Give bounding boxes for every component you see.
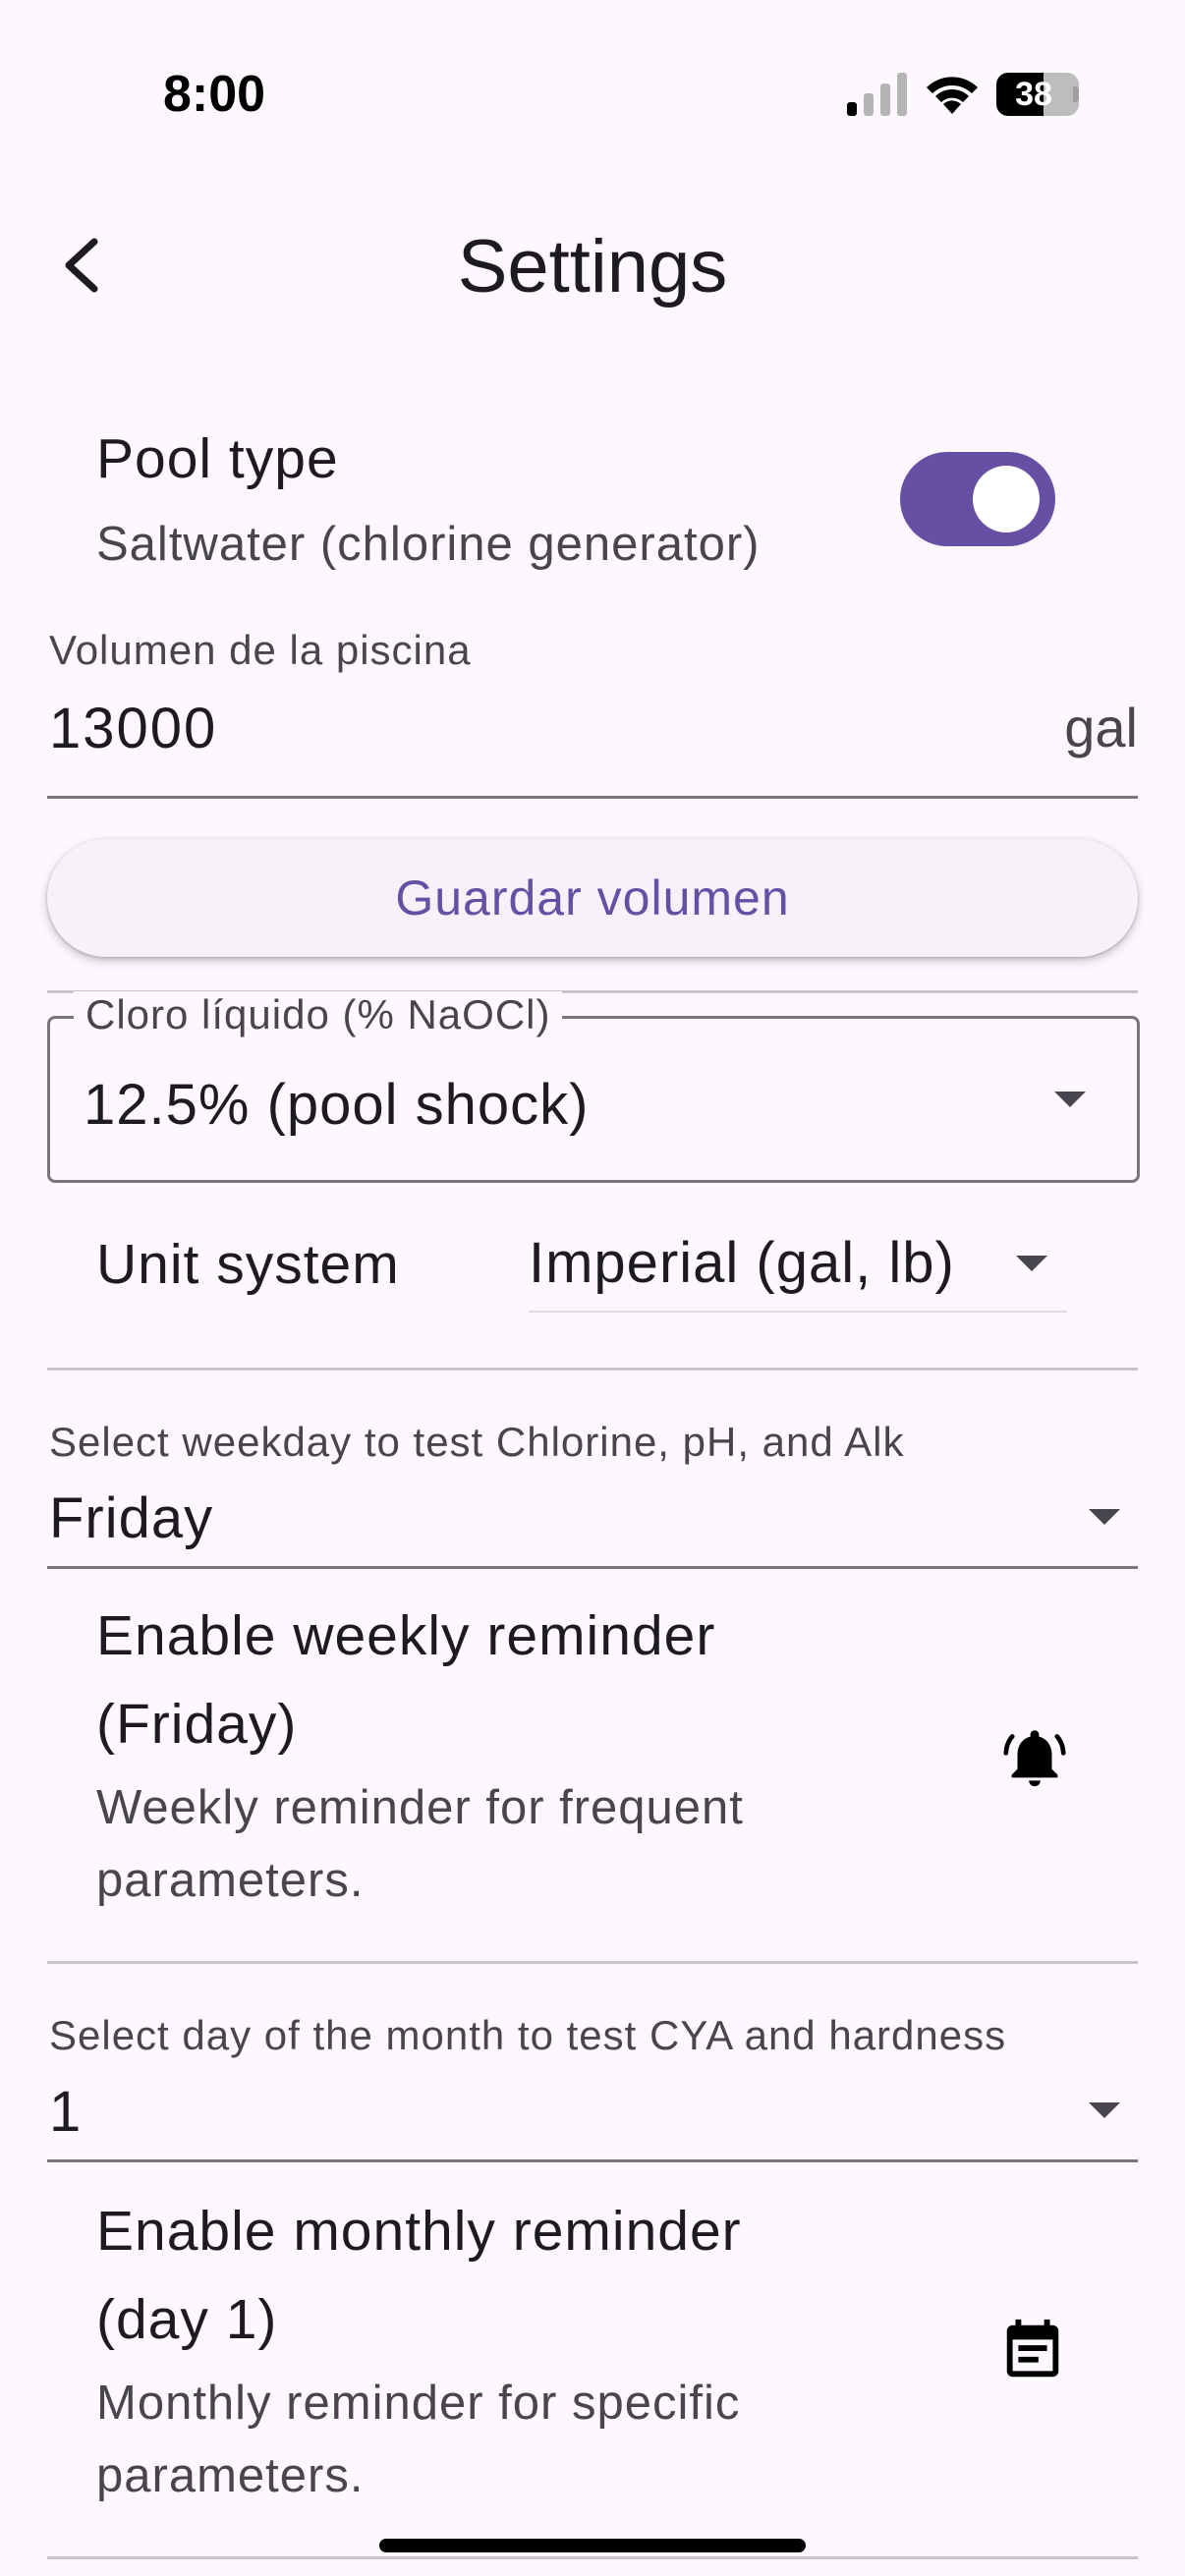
page-title: Settings <box>457 225 728 308</box>
monthly-reminder-subtitle-line1: Monthly reminder for specific <box>96 2377 741 2430</box>
volume-unit: gal <box>1064 697 1138 758</box>
battery-icon: 38 <box>996 73 1079 116</box>
cellular-signal-icon <box>847 73 907 116</box>
save-volume-button[interactable]: Guardar volumen <box>47 839 1138 957</box>
divider <box>47 1368 1138 1371</box>
chevron-down-icon <box>1089 2102 1120 2118</box>
volume-field[interactable]: 13000 gal <box>47 696 1138 798</box>
monthly-reminder-title-line1: Enable monthly reminder <box>96 2200 742 2263</box>
chevron-down-icon <box>1054 1092 1086 1107</box>
divider <box>47 1961 1138 1964</box>
monthday-value: 1 <box>49 2080 82 2144</box>
home-indicator[interactable] <box>379 2539 806 2552</box>
chlorine-dropdown[interactable]: Cloro líquido (% NaOCl) 12.5% (pool shoc… <box>47 991 1140 1183</box>
weekly-reminder-subtitle-line1: Weekly reminder for frequent <box>96 1781 744 1834</box>
pool-type-toggle[interactable] <box>900 452 1055 546</box>
weekday-dropdown[interactable]: Friday <box>47 1480 1138 1568</box>
monthday-dropdown[interactable]: 1 <box>47 2073 1138 2161</box>
battery-level: 38 <box>1015 76 1052 113</box>
monthly-reminder-item[interactable]: Enable monthly reminder (day 1) Monthly … <box>47 2187 1138 2556</box>
weekday-select-label: Select weekday to test Chlorine, pH, and… <box>49 1419 905 1465</box>
weekday-underline <box>47 1566 1138 1569</box>
wifi-icon <box>927 77 978 114</box>
unit-system-label: Unit system <box>96 1233 400 1296</box>
weekly-reminder-subtitle-line2: parameters. <box>96 1854 365 1907</box>
chlorine-value: 12.5% (pool shock) <box>84 1073 590 1137</box>
status-time: 8:00 <box>163 66 266 123</box>
monthly-reminder-title-line2: (day 1) <box>96 2288 278 2351</box>
chlorine-label: Cloro líquido (% NaOCl) <box>74 991 563 1038</box>
volume-underline <box>47 796 1138 799</box>
pool-type-subtitle: Saltwater (chlorine generator) <box>96 518 761 571</box>
volume-value[interactable]: 13000 <box>49 696 217 761</box>
pool-type-title: Pool type <box>96 427 339 490</box>
chevron-down-icon <box>1089 1509 1120 1525</box>
calendar-icon[interactable] <box>998 2317 1067 2385</box>
divider <box>47 2556 1138 2559</box>
weekly-reminder-item[interactable]: Enable weekly reminder (Friday) Weekly r… <box>47 1592 1138 1961</box>
unit-system-dropdown[interactable]: Imperial (gal, lb) <box>529 1218 1067 1313</box>
weekly-reminder-title-line2: (Friday) <box>96 1693 298 1756</box>
monthday-underline <box>47 2159 1138 2162</box>
unit-system-value: Imperial (gal, lb) <box>529 1231 955 1295</box>
monthday-select-label: Select day of the month to test CYA and … <box>49 2012 1007 2058</box>
monthly-reminder-subtitle-line2: parameters. <box>96 2449 365 2502</box>
volume-label: Volumen de la piscina <box>49 627 472 673</box>
toggle-knob <box>973 466 1040 532</box>
bell-icon[interactable] <box>1000 1723 1069 1792</box>
chevron-down-icon <box>1016 1256 1047 1271</box>
weekly-reminder-title-line1: Enable weekly reminder <box>96 1604 716 1667</box>
weekday-value: Friday <box>49 1486 214 1550</box>
